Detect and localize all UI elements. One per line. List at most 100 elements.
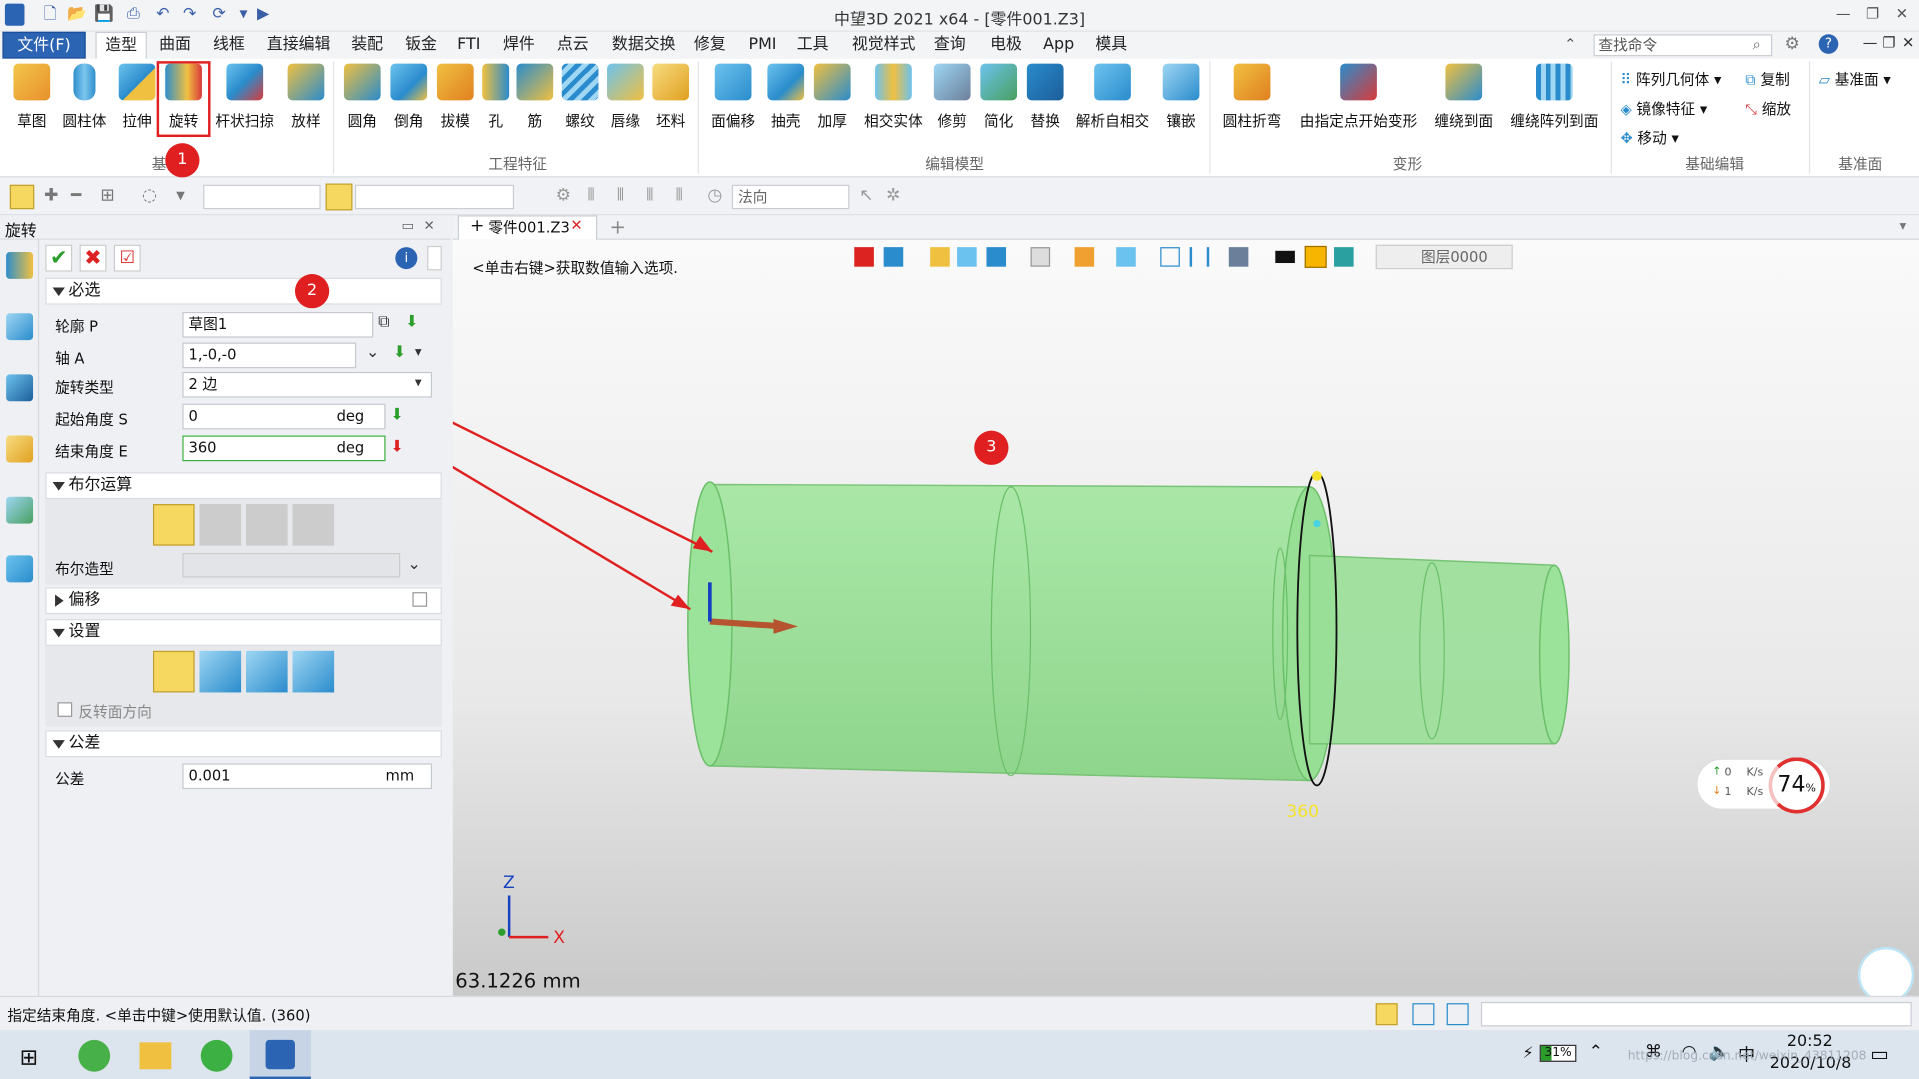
simplify-button[interactable]: 简化 xyxy=(977,63,1021,157)
select-pointer-icon[interactable] xyxy=(9,184,35,210)
extrude-button[interactable]: 拉伸 xyxy=(113,63,162,157)
section-tolerance[interactable]: 公差 xyxy=(45,730,442,758)
axis-download-icon[interactable]: ⬇ xyxy=(393,344,406,362)
rib-button[interactable]: 筋 xyxy=(516,63,554,157)
move-button[interactable]: ✥ 移动 ▾ xyxy=(1620,127,1678,148)
lasso-icon[interactable]: ◌ xyxy=(142,186,157,206)
history-tree-icon[interactable] xyxy=(6,313,34,341)
bool-intersect-icon[interactable] xyxy=(292,504,335,546)
tab-mold[interactable]: 模具 xyxy=(1092,32,1131,59)
shell-button[interactable]: 抽壳 xyxy=(764,63,808,157)
box-select-icon[interactable]: ⊞ xyxy=(100,186,114,206)
notification-icon[interactable]: ▭ xyxy=(1870,1042,1889,1065)
assembly-tree-icon[interactable] xyxy=(6,374,34,402)
tab-repair[interactable]: 修复 xyxy=(690,32,729,59)
offset-checkbox[interactable] xyxy=(412,592,428,607)
drag-handle-top[interactable] xyxy=(1312,471,1322,481)
tab-pmi[interactable]: PMI xyxy=(742,32,784,59)
tab-list-icon[interactable]: ▾ xyxy=(1899,218,1906,234)
bool-expand-icon[interactable]: ⌄ xyxy=(408,555,421,573)
sketch-button[interactable]: 草图 xyxy=(7,63,56,157)
new-tab-icon[interactable]: + xyxy=(610,215,626,238)
pattern-geometry-button[interactable]: ⠿ 阵列几何体 ▾ xyxy=(1620,69,1721,90)
entity-combo[interactable] xyxy=(354,184,515,210)
filter-icon[interactable]: ▾ xyxy=(176,186,185,206)
fillet-button[interactable]: 圆角 xyxy=(340,63,384,157)
revolve-type-select[interactable]: 2 边 xyxy=(182,371,433,398)
perf-widget[interactable]: ↑ 0 K/s ↓ 1 K/s 74% xyxy=(1696,757,1831,814)
apply-icon[interactable]: ☑ xyxy=(113,244,141,272)
stock-button[interactable]: 坯料 xyxy=(649,63,693,157)
axis-input[interactable]: 1,-0,-0 xyxy=(182,342,357,369)
tab-visual-style[interactable]: 视觉样式 xyxy=(847,32,920,59)
copy-button[interactable]: ⧉ 复制 xyxy=(1745,69,1790,90)
parts-library-icon[interactable] xyxy=(6,435,34,463)
chamfer-button[interactable]: 倒角 xyxy=(387,63,431,157)
tray-expand-icon[interactable]: ⌃ xyxy=(1589,1042,1603,1062)
clock-time[interactable]: 20:52 xyxy=(1787,1033,1833,1051)
section-settings[interactable]: 设置 xyxy=(45,619,442,646)
tab-modeling[interactable]: 造型 xyxy=(95,31,147,60)
face-offset-button[interactable]: 面偏移 xyxy=(707,63,758,157)
reverse-face-checkbox[interactable] xyxy=(57,702,73,717)
minus-icon[interactable]: ━ xyxy=(71,186,81,206)
drag-handle-mid[interactable] xyxy=(1313,519,1321,528)
tab-data-exchange[interactable]: 数据交换 xyxy=(607,32,680,59)
minimize-button[interactable]: — xyxy=(1829,5,1858,27)
thicken-button[interactable]: 加厚 xyxy=(810,63,854,157)
cylinder-bend-button[interactable]: 圆柱折弯 xyxy=(1219,63,1285,157)
bool-add-icon[interactable] xyxy=(199,504,242,546)
revolve-tab-icon[interactable] xyxy=(6,252,34,279)
3d-viewport[interactable]: <单击右键>获取数值输入选项. 图层0000 360 Z X 63.1226 m… xyxy=(452,239,1919,1004)
file-explorer-icon[interactable] xyxy=(139,1042,172,1070)
user-icon[interactable] xyxy=(6,555,34,583)
bool-remove-icon[interactable] xyxy=(246,504,288,546)
bool-base-icon[interactable] xyxy=(152,504,195,546)
filter-combo[interactable] xyxy=(203,184,321,210)
align2-icon[interactable]: ⫴ xyxy=(617,186,624,206)
tab-fti[interactable]: FTI xyxy=(453,32,485,59)
file-menu[interactable]: 文件(F) xyxy=(2,31,86,59)
zw3d-taskbar-button[interactable] xyxy=(249,1030,311,1079)
add-icon[interactable]: ✚ xyxy=(44,186,58,206)
trim-button[interactable]: 修剪 xyxy=(930,63,974,157)
tab-weldment[interactable]: 焊件 xyxy=(499,32,538,59)
setting-1-icon[interactable] xyxy=(152,650,195,693)
datum-plane-button[interactable]: ▱ 基准面 ▾ xyxy=(1819,69,1891,90)
mirror-feature-button[interactable]: ◈ 镜像特征 ▾ xyxy=(1620,98,1707,119)
status-input[interactable] xyxy=(1480,1001,1912,1027)
pick-filter-icon[interactable] xyxy=(325,183,353,211)
tab-electrode[interactable]: 电极 xyxy=(986,32,1025,59)
tab-point-cloud[interactable]: 点云 xyxy=(553,32,592,59)
hole-button[interactable]: 孔 xyxy=(480,63,512,157)
status-screen-icon[interactable] xyxy=(1412,1003,1435,1026)
axis-dropdown-icon[interactable]: ▾ xyxy=(415,344,422,360)
setting-4-icon[interactable] xyxy=(292,650,335,693)
replace-button[interactable]: 替换 xyxy=(1023,63,1067,157)
ok-check-icon[interactable]: ✔ xyxy=(45,244,73,272)
settings-gear-icon[interactable]: ⚙ xyxy=(1784,34,1799,54)
align-icon[interactable]: ⫴ xyxy=(587,186,594,206)
doc-minimize-icon[interactable]: — xyxy=(1863,34,1878,51)
profile-input[interactable]: 草图1 xyxy=(182,311,374,338)
resolve-self-intersect-button[interactable]: 解析自相交 xyxy=(1072,63,1153,157)
section-boolean[interactable]: 布尔运算 xyxy=(45,472,442,500)
info-icon[interactable]: i xyxy=(395,247,418,270)
profile-pick-icon[interactable]: ⧉ xyxy=(378,313,389,331)
revolve-button[interactable]: 旋转 xyxy=(156,61,211,138)
tab-app[interactable]: App xyxy=(1040,32,1077,59)
close-button[interactable]: ✕ xyxy=(1887,5,1916,27)
search-icon[interactable]: ⌕ xyxy=(1753,35,1761,53)
cancel-x-icon[interactable]: ✖ xyxy=(79,244,107,272)
tab-tools[interactable]: 工具 xyxy=(793,32,832,59)
tab-close-icon[interactable]: ✕ xyxy=(570,217,582,234)
setting-2-icon[interactable] xyxy=(199,650,242,693)
axis-expand-icon[interactable]: ⌄ xyxy=(366,344,379,362)
deform-from-point-button[interactable]: 由指定点开始变形 xyxy=(1295,63,1422,157)
end-download-icon[interactable]: ⬇ xyxy=(390,438,403,456)
start-download-icon[interactable]: ⬇ xyxy=(390,406,403,424)
tab-query[interactable]: 查询 xyxy=(930,32,969,59)
collapse-ribbon-icon[interactable]: ⌃ xyxy=(1564,35,1576,52)
restore-button[interactable]: ❐ xyxy=(1858,5,1887,27)
snap-icon[interactable]: ⚙ xyxy=(556,186,571,206)
